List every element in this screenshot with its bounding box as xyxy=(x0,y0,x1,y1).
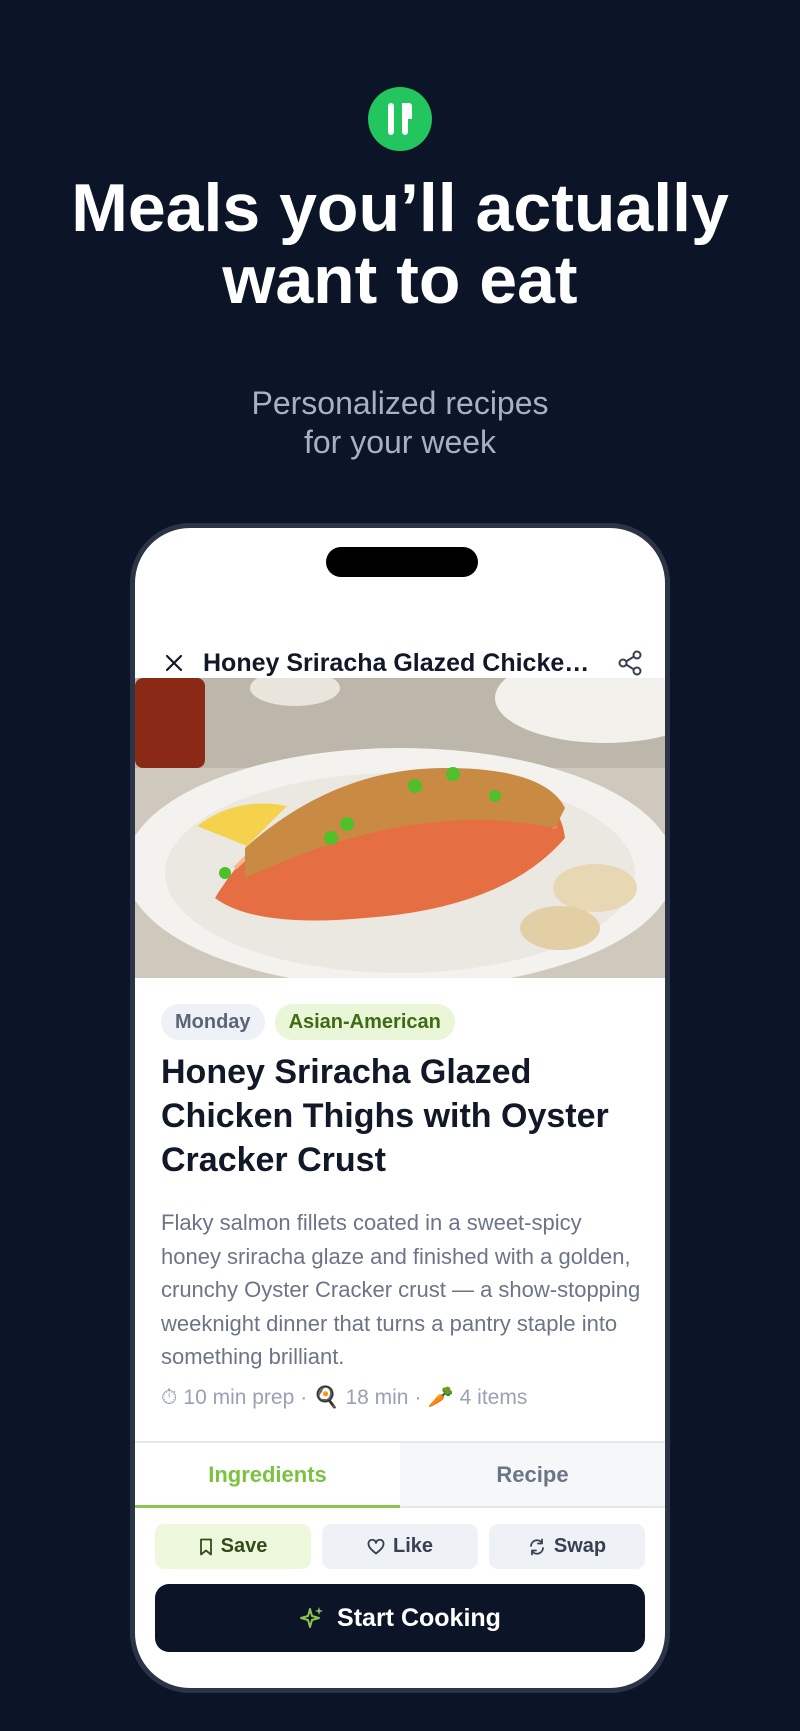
stopwatch-icon: ⏱ xyxy=(161,1386,178,1409)
headline: Meals you’ll actually want to eat xyxy=(0,172,800,316)
tab-ingredients[interactable]: Ingredients xyxy=(135,1443,400,1508)
heart-icon xyxy=(367,1538,385,1554)
close-icon xyxy=(165,654,183,672)
swap-button[interactable]: Swap xyxy=(489,1524,645,1569)
close-button[interactable] xyxy=(159,648,189,678)
recipe-description: Flaky salmon fillets coated in a sweet-s… xyxy=(161,1210,641,1369)
meta-separator: · xyxy=(300,1386,308,1409)
bookmark-icon xyxy=(199,1538,212,1555)
save-button[interactable]: Save xyxy=(155,1524,311,1569)
subheadline: Personalized recipes for your week xyxy=(0,384,800,462)
prep-time: 10 min prep xyxy=(183,1386,295,1409)
carrot-icon: 🥕 xyxy=(427,1386,454,1409)
navbar-title: Honey Sriracha Glazed Chicken Thighs wit… xyxy=(203,649,603,677)
save-label: Save xyxy=(220,1535,268,1557)
action-row: Save Like Swap xyxy=(155,1524,645,1569)
subheadline-line-1: Personalized recipes xyxy=(251,385,549,421)
phone-frame: Honey Sriracha Glazed Chicken Thighs wit… xyxy=(130,523,670,1693)
start-cooking-label: Start Cooking xyxy=(337,1603,501,1632)
like-button[interactable]: Like xyxy=(322,1524,478,1569)
recipe-photo xyxy=(135,678,665,978)
meta-separator: · xyxy=(414,1386,422,1409)
share-button[interactable] xyxy=(615,648,645,678)
recipe-tabs: Ingredients Recipe xyxy=(135,1441,665,1508)
frying-pan-icon: 🍳 xyxy=(313,1386,340,1409)
app-logo xyxy=(368,87,432,151)
recipe-navbar: Honey Sriracha Glazed Chicken Thighs wit… xyxy=(135,623,665,703)
salmon-dish-image xyxy=(135,678,665,978)
refresh-icon xyxy=(529,1538,544,1555)
like-label: Like xyxy=(392,1535,434,1557)
cuisine-tag: Asian-American xyxy=(274,1004,455,1040)
fork-knife-icon xyxy=(388,103,412,135)
sparkle-icon xyxy=(300,1607,324,1628)
recipe-meta: ⏱ 10 min prep · 🍳 18 min · 🥕 4 items xyxy=(161,1386,641,1410)
dynamic-island xyxy=(326,547,478,577)
swap-label: Swap xyxy=(553,1535,607,1557)
recipe-tags: Monday Asian-American xyxy=(161,1004,455,1040)
start-cooking-button[interactable]: Start Cooking xyxy=(155,1584,645,1652)
tab-recipe[interactable]: Recipe xyxy=(400,1443,665,1506)
subheadline-line-2: for your week xyxy=(303,424,497,460)
share-icon xyxy=(618,650,642,676)
day-tag: Monday xyxy=(161,1004,265,1040)
recipe-title: Honey Sriracha Glazed Chicken Thighs wit… xyxy=(161,1053,609,1179)
cook-time: 18 min xyxy=(345,1386,409,1409)
headline-line-2: want to eat xyxy=(222,242,578,318)
item-count: 4 items xyxy=(459,1386,528,1409)
headline-line-1: Meals you’ll actually xyxy=(71,170,729,246)
